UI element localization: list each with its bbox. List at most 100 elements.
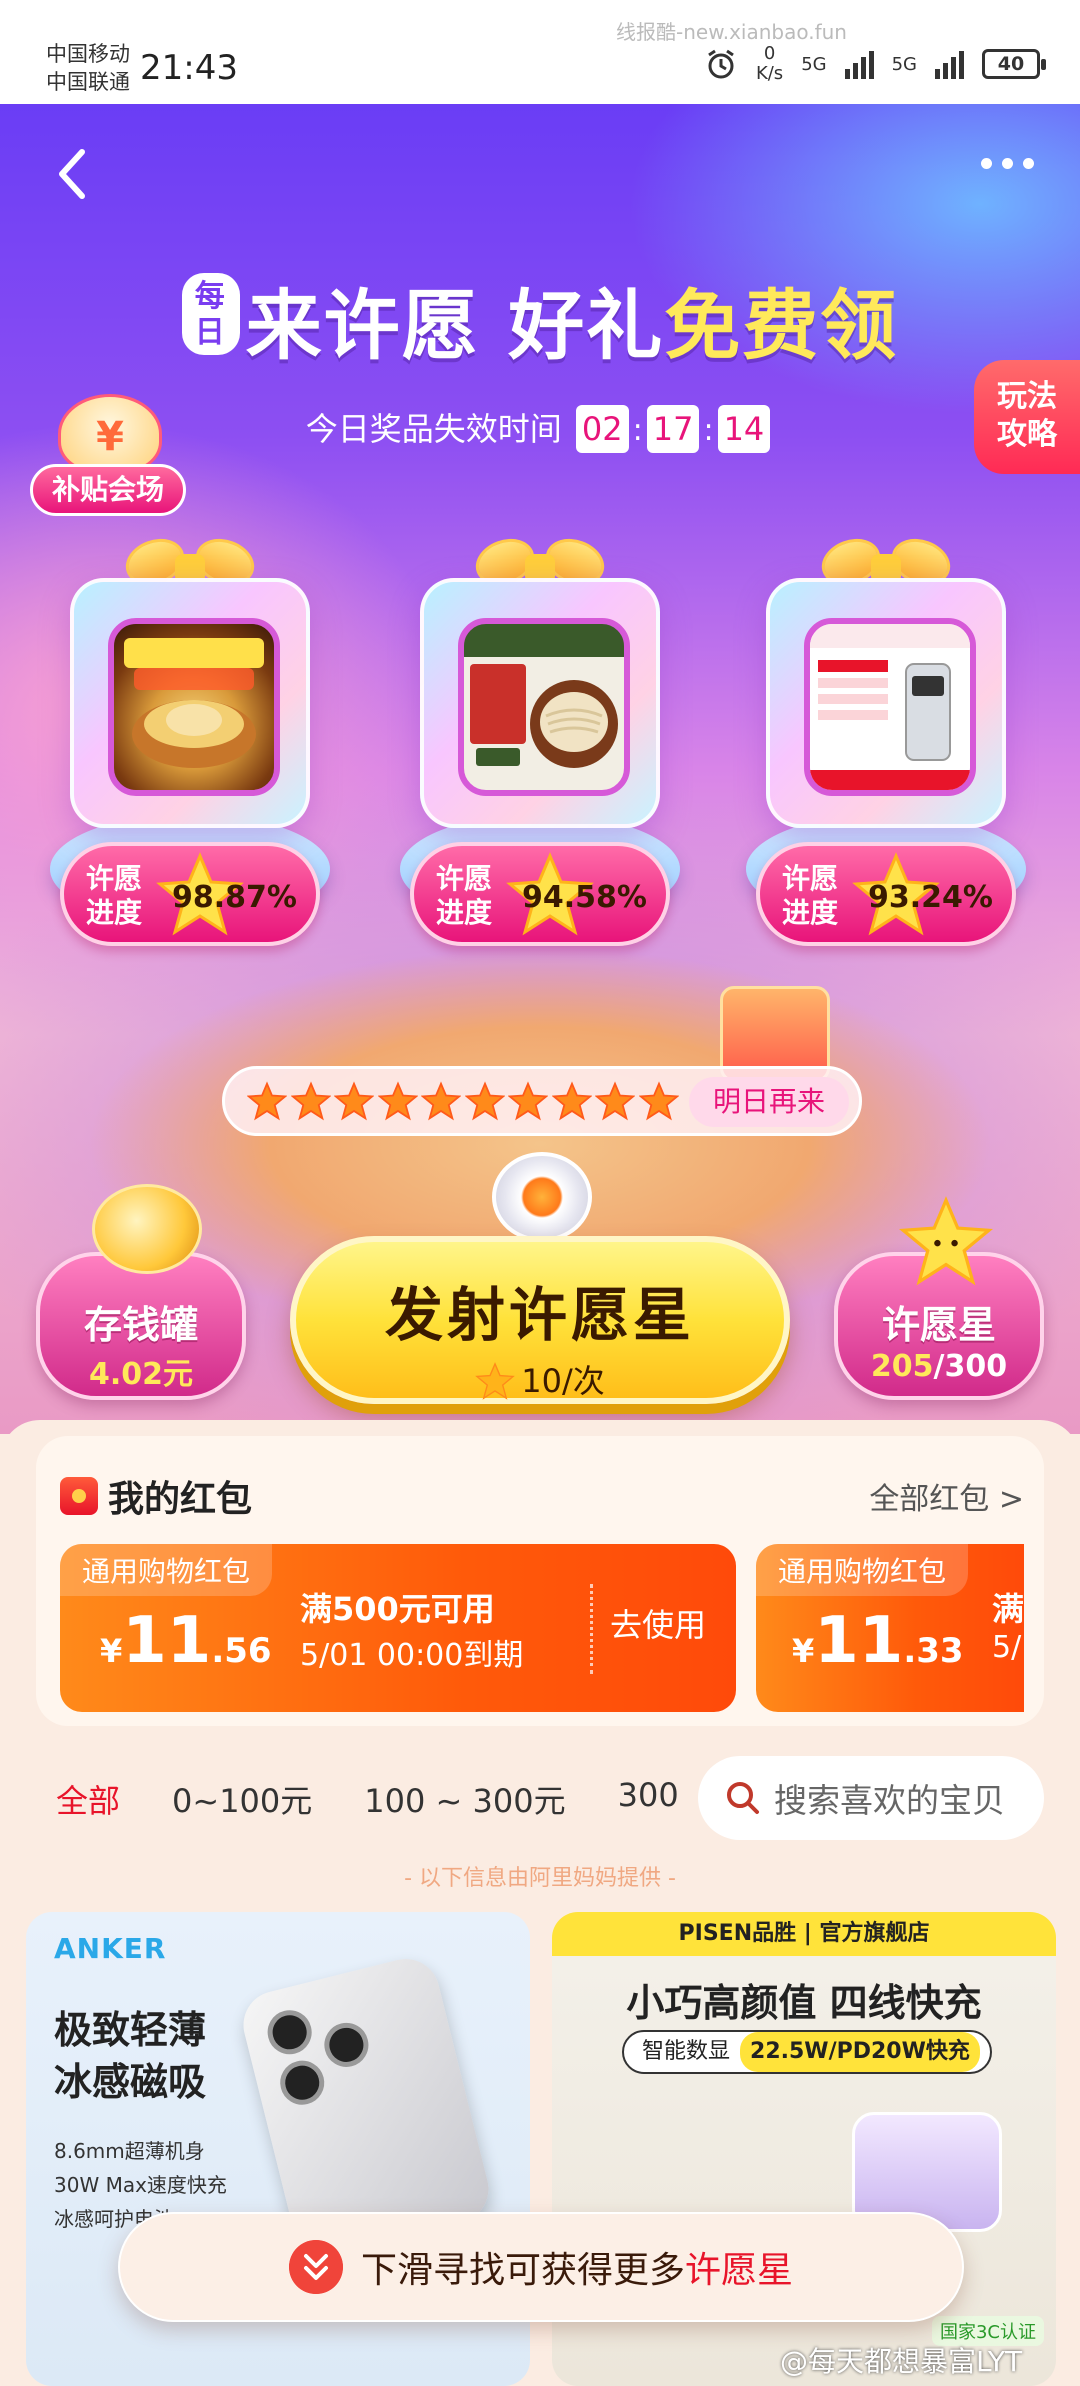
filled-star-icon [290,1081,331,1121]
provided-note: - 以下信息由阿里妈妈提供 - [404,1866,676,1891]
search-icon [727,1782,759,1814]
progress-label: 许愿进度 [436,862,493,929]
red-packet-icon [60,1477,98,1515]
wish-star-label: 许愿星 [881,1303,996,1347]
tab-100-300[interactable]: 100 ~ 300元 [364,1776,565,1822]
page-title: 每日 来许愿 好礼免费领 [0,264,1080,374]
filled-star-icon [334,1081,374,1121]
gift-box-2[interactable]: 许愿进度 94.58% [400,531,680,974]
anker-headline: 极致轻薄 冰感磁吸 [54,2004,206,2108]
gift-frame [70,578,310,828]
wish-progress-3: 许愿进度 93.24% [756,842,1016,946]
rules-button-label: 玩法攻略 [997,379,1057,452]
signal-2-label: 5G [891,53,917,75]
pill-right: 22.5W/PD20W快充 [740,2032,980,2072]
status-icons: 0 K/s 5G 5G 40 [704,44,1046,84]
wish-star-count: 205/300 [838,1349,1040,1384]
wish-progress-2: 许愿进度 94.58% [410,842,670,946]
double-chevron-down-icon [288,2240,343,2294]
back-arrow-icon[interactable] [50,144,94,204]
tab-all[interactable]: 全部 [56,1776,120,1822]
clock: 21:43 [140,48,238,88]
use-coupon-button[interactable]: 去使用 [610,1600,706,1646]
pisen-headline: 小巧高颜值 四线快充 [626,1981,982,2025]
wish-star-total: /300 [933,1349,1008,1384]
bottom-watermark: @每天都想暴富LYT [780,2345,1023,2378]
more-options-icon[interactable] [981,158,1034,169]
gift-box-3[interactable]: 许愿进度 93.24% [746,531,1026,974]
subsidy-label: 补贴会场 [30,464,186,516]
carrier-1: 中国移动 [46,42,130,66]
signal-2-icon [935,49,964,79]
countdown-seconds: 14 [717,405,771,453]
come-back-tomorrow: 明日再来 [689,1077,849,1127]
carrier-2: 中国联通 [46,70,130,94]
gift-box-1[interactable]: 许愿进度 98.87% [50,531,330,974]
piggy-bank-icon [92,1184,202,1274]
gift-frame [766,578,1006,828]
wish-hero: 每日 来许愿 好礼免费领 今日奖品失效时间 02:17:14 玩法攻略 ¥ 补贴会… [0,104,1080,1434]
signal-1-label: 5G [801,53,827,75]
anker-logo: ANKER [54,1932,167,1965]
net-speed: 0 K/s [756,44,783,84]
daily-stars-row: 明日再来 [222,1066,862,1136]
alarm-icon [708,49,734,79]
coupon-tag: 通用购物红包 [60,1544,273,1596]
search-input[interactable]: 搜索喜欢的宝贝 [698,1756,1044,1840]
gift-image-chicken-soup [108,618,280,796]
rules-button[interactable]: 玩法攻略 [974,360,1080,474]
currency: ¥ [792,1632,815,1670]
headline-1: 极致轻薄 [54,2008,207,2052]
search-placeholder: 搜索喜欢的宝贝 [774,1781,1005,1820]
net-speed-unit: K/s [755,63,784,84]
piggy-bank-value: 4.02元 [88,1357,194,1392]
filled-star-icon [638,1081,679,1121]
coupon-2[interactable]: 通用购物红包 ¥11.33 满 5/ [756,1544,1024,1712]
amount-dec: .56 [211,1631,272,1671]
pill-left: 智能数显 [642,2039,731,2064]
filled-star-icon [595,1081,635,1121]
amount-dec: .33 [903,1631,964,1671]
coupon-condition: 满500元可用 [300,1590,495,1628]
carrier-info: 中国移动 中国联通 [46,40,130,96]
amount-int: 11 [122,1604,212,1678]
title-white: 来许愿 好礼 [245,281,665,370]
daily-badge: 每日 [181,273,240,355]
filled-star-icon [421,1081,461,1121]
red-packet-title: 我的红包 [60,1470,252,1522]
progress-label: 许愿进度 [86,862,143,929]
filled-star-icon [377,1081,418,1121]
progress-value: 93.24% [868,880,993,915]
launch-cost-value: 10/次 [521,1362,605,1400]
currency: ¥ [100,1632,123,1670]
all-red-packets-link[interactable]: 全部红包 > [869,1474,1024,1518]
pisen-spec-pill: 智能数显 22.5W/PD20W快充 [622,2030,992,2074]
launcher-icon [492,1152,592,1242]
coupon-expiry: 5/01 00:00到期 [300,1638,524,1673]
title-yellow: 免费领 [664,281,899,370]
subsidy-venue-button[interactable]: ¥ 补贴会场 [30,394,186,524]
screen: 中国移动 中国联通 21:43 线报酷-new.xianbao.fun 0 K/… [0,0,1080,2386]
price-filter-tabs: 全部 0~100元 100 ~ 300元 300 [56,1776,679,1822]
filled-star-icon [464,1081,505,1121]
gift-image-power-bank [804,618,976,796]
progress-value: 98.87% [172,880,297,915]
piggy-bank-button[interactable]: 存钱罐 4.02元 [36,1252,246,1400]
tab-300[interactable]: 300 [618,1776,679,1822]
progress-value: 94.58% [522,880,647,915]
red-packet-title-text: 我的红包 [108,1479,253,1520]
coupon-tag: 通用购物红包 [756,1544,969,1596]
launch-wish-star-button[interactable]: 发射许愿星 10/次 [290,1236,790,1404]
scroll-hint-toast[interactable]: 下滑寻找可获得更多许愿星 [118,2212,964,2322]
status-bar: 中国移动 中国联通 21:43 线报酷-new.xianbao.fun 0 K/… [0,0,1080,104]
feature-2: 30W Max速度快充 [54,2173,227,2197]
countdown-hours: 02 [575,405,629,453]
coupon-amount: ¥11.33 [792,1604,964,1678]
filled-star-icon [247,1081,287,1121]
gift-frame [420,578,660,828]
coupon-1[interactable]: 通用购物红包 ¥11.56 满500元可用 5/01 00:00到期 去使用 [60,1544,736,1712]
toast-highlight: 许愿星 [685,2250,794,2291]
filled-star-icon [508,1081,548,1121]
tab-0-100[interactable]: 0~100元 [172,1776,312,1822]
headline-2: 冰感磁吸 [54,2060,207,2104]
